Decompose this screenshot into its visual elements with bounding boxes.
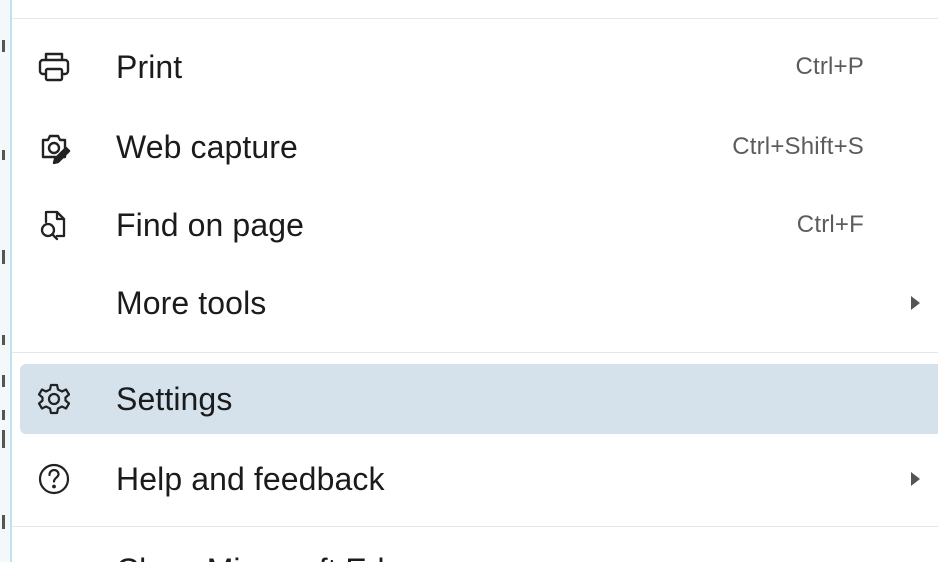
background-page-edge xyxy=(0,0,12,562)
shortcut-text: Ctrl+F xyxy=(796,211,864,238)
menu-item-more-tools[interactable]: More tools xyxy=(20,268,938,338)
shortcut-text: Ctrl+P xyxy=(795,53,864,80)
menu-item-label: Find on page xyxy=(116,206,305,243)
menu-item-settings[interactable]: Settings xyxy=(20,364,938,434)
shortcut-text: Ctrl+Shift+S xyxy=(732,133,864,160)
browser-settings-menu: Print Ctrl+P Web capture Ctrl+Shift+S Fi… xyxy=(12,0,938,562)
printer-icon xyxy=(36,49,72,85)
menu-item-help-and-feedback[interactable]: Help and feedback xyxy=(20,444,938,514)
menu-separator xyxy=(12,352,938,353)
menu-separator xyxy=(12,526,938,527)
submenu-arrow-icon xyxy=(911,296,920,310)
menu-item-close-edge[interactable]: Close Microsoft Edge xyxy=(116,552,420,562)
browser-window: Print Ctrl+P Web capture Ctrl+Shift+S Fi… xyxy=(0,0,938,562)
web-capture-icon xyxy=(36,129,72,165)
menu-item-label: More tools xyxy=(116,284,267,321)
menu-separator xyxy=(12,18,938,19)
menu-item-label: Settings xyxy=(116,380,233,417)
menu-item-label: Print xyxy=(116,48,183,85)
gear-icon xyxy=(36,381,72,417)
menu-item-label: Web capture xyxy=(116,128,298,165)
submenu-arrow-icon xyxy=(911,472,920,486)
menu-item-label: Help and feedback xyxy=(116,460,385,497)
menu-item-find-on-page[interactable]: Find on page Ctrl+F xyxy=(20,190,938,260)
menu-item-web-capture[interactable]: Web capture Ctrl+Shift+S xyxy=(20,112,938,182)
menu-item-print[interactable]: Print Ctrl+P xyxy=(20,32,938,102)
find-on-page-icon xyxy=(36,207,72,243)
help-icon xyxy=(36,461,72,497)
